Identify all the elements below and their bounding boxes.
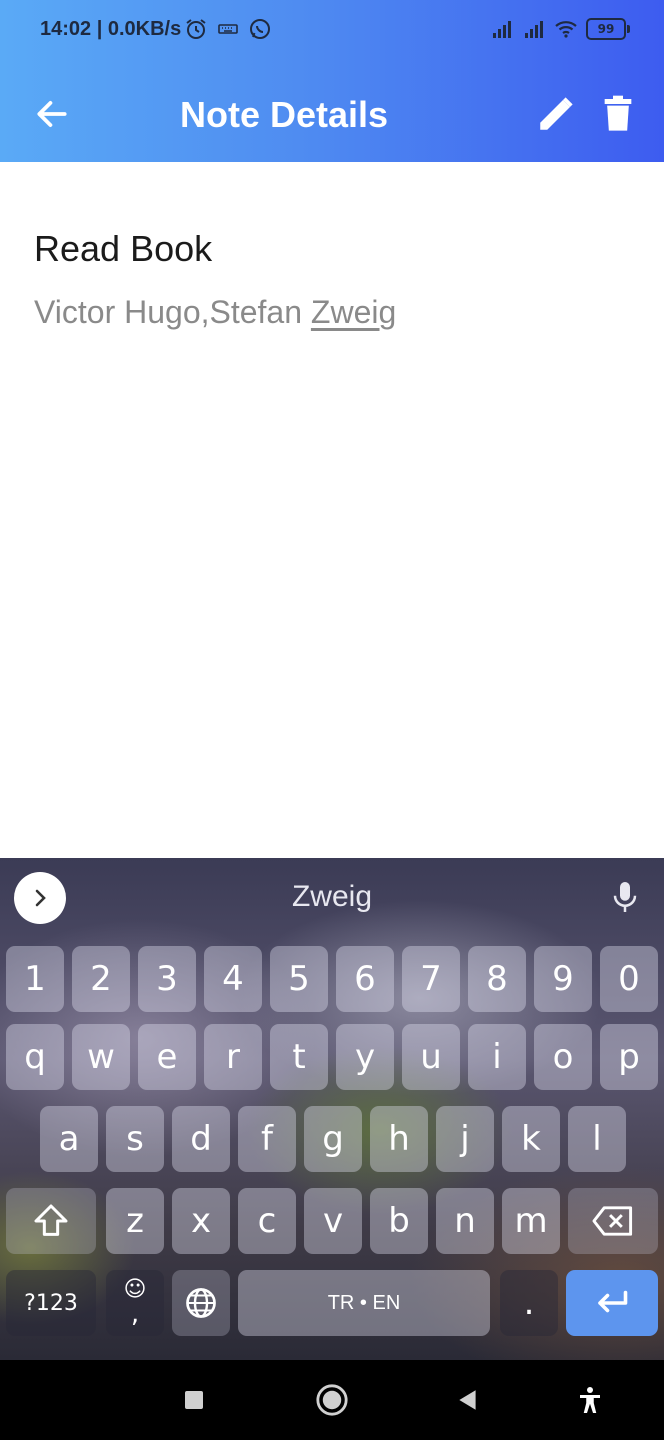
key-2[interactable]: 2 <box>72 946 130 1012</box>
key-a[interactable]: a <box>40 1106 98 1172</box>
key-1[interactable]: 1 <box>6 946 64 1012</box>
backspace-key[interactable] <box>568 1188 658 1254</box>
suggestion-bar: Zweig <box>0 858 664 936</box>
system-back-button[interactable] <box>446 1378 490 1422</box>
shift-key[interactable] <box>6 1188 96 1254</box>
key-t[interactable]: t <box>270 1024 328 1090</box>
enter-key[interactable] <box>566 1270 658 1336</box>
status-icons-right: 99 <box>490 17 630 41</box>
system-navigation-bar <box>0 1360 664 1440</box>
key-7[interactable]: 7 <box>402 946 460 1012</box>
key-j[interactable]: j <box>436 1106 494 1172</box>
key-x[interactable]: x <box>172 1188 230 1254</box>
home-button[interactable] <box>310 1378 354 1422</box>
key-d[interactable]: d <box>172 1106 230 1172</box>
alarm-icon <box>186 19 206 39</box>
keyboard-icon <box>218 24 238 34</box>
key-g[interactable]: g <box>304 1106 362 1172</box>
delete-button[interactable] <box>592 88 644 140</box>
key-w[interactable]: w <box>72 1024 130 1090</box>
symbols-key[interactable]: ?123 <box>6 1270 96 1336</box>
app-bar: Note Details <box>0 62 664 162</box>
key-0[interactable]: 0 <box>600 946 658 1012</box>
key-m[interactable]: m <box>502 1188 560 1254</box>
home-circle-icon <box>316 1384 348 1416</box>
key-s[interactable]: s <box>106 1106 164 1172</box>
globe-icon <box>186 1288 216 1318</box>
microphone-icon <box>613 882 637 912</box>
key-h[interactable]: h <box>370 1106 428 1172</box>
arrow-left-icon <box>37 101 67 127</box>
key-p[interactable]: p <box>600 1024 658 1090</box>
emoji-hint: ☺ <box>123 1277 147 1302</box>
key-n[interactable]: n <box>436 1188 494 1254</box>
key-y[interactable]: y <box>336 1024 394 1090</box>
key-f[interactable]: f <box>238 1106 296 1172</box>
key-u[interactable]: u <box>402 1024 460 1090</box>
suggestion-word[interactable]: Zweig <box>0 880 664 914</box>
page-title: Note Details <box>180 94 389 135</box>
language-key[interactable] <box>172 1270 230 1336</box>
key-8[interactable]: 8 <box>468 946 526 1012</box>
key-l[interactable]: l <box>568 1106 626 1172</box>
key-i[interactable]: i <box>468 1024 526 1090</box>
key-o[interactable]: o <box>534 1024 592 1090</box>
battery-icon: 99 <box>586 18 630 40</box>
edit-button[interactable] <box>530 88 582 140</box>
key-z[interactable]: z <box>106 1188 164 1254</box>
whatsapp-icon <box>250 19 270 39</box>
back-button[interactable] <box>26 88 78 140</box>
period-key[interactable]: . <box>500 1270 558 1336</box>
key-c[interactable]: c <box>238 1188 296 1254</box>
backspace-icon <box>592 1206 633 1236</box>
soft-keyboard: Zweig 1 2 3 4 5 6 7 8 9 0 q w e r t y u … <box>0 858 664 1360</box>
key-q[interactable]: q <box>6 1024 64 1090</box>
emoji-comma-key[interactable]: ☺ , <box>106 1270 164 1336</box>
status-bar: 14:02 | 0.0KB/s 99 <box>0 0 664 62</box>
shift-icon <box>34 1204 68 1236</box>
accessibility-icon <box>580 1387 600 1413</box>
note-body-text: Victor Hugo,Stefan <box>34 294 311 330</box>
note-body-composing-word: Zweig <box>310 294 397 330</box>
wifi-icon <box>555 21 577 38</box>
status-icons-left <box>184 17 272 41</box>
key-v[interactable]: v <box>304 1188 362 1254</box>
recents-button[interactable] <box>172 1378 216 1422</box>
key-6[interactable]: 6 <box>336 946 394 1012</box>
key-e[interactable]: e <box>138 1024 196 1090</box>
comma-label: , <box>130 1299 140 1329</box>
note-body[interactable]: Victor Hugo,Stefan Zweig <box>34 294 396 331</box>
space-key[interactable]: TR • EN <box>238 1270 490 1336</box>
back-triangle-icon <box>459 1390 476 1410</box>
status-time-speed: 14:02 | 0.0KB/s <box>40 18 182 40</box>
square-icon <box>185 1391 203 1409</box>
key-9[interactable]: 9 <box>534 946 592 1012</box>
trash-icon <box>604 95 632 131</box>
pencil-icon <box>540 97 573 130</box>
signal-icon <box>525 21 543 38</box>
accessibility-button[interactable] <box>568 1378 612 1422</box>
enter-icon <box>598 1290 628 1313</box>
app-header: 14:02 | 0.0KB/s 99 Note Details <box>0 0 664 162</box>
key-5[interactable]: 5 <box>270 946 328 1012</box>
voice-input-button[interactable] <box>604 876 646 918</box>
signal-icon <box>493 21 511 38</box>
note-title: Read Book <box>34 228 213 269</box>
key-k[interactable]: k <box>502 1106 560 1172</box>
key-3[interactable]: 3 <box>138 946 196 1012</box>
key-b[interactable]: b <box>370 1188 428 1254</box>
key-r[interactable]: r <box>204 1024 262 1090</box>
key-4[interactable]: 4 <box>204 946 262 1012</box>
